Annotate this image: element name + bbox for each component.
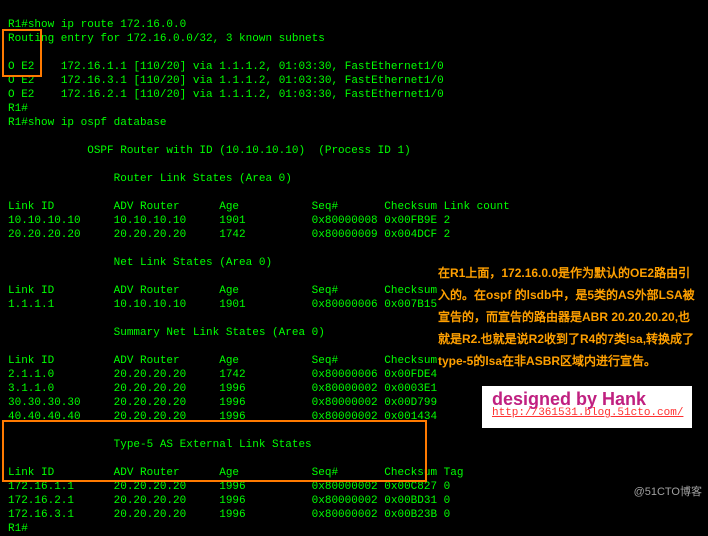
table-row: 172.16.1.1 20.20.20.20 1996 0x80000002 0…: [8, 481, 450, 493]
prompt: R1#: [8, 19, 28, 31]
ospf-title: OSPF Router with ID (10.10.10.10) (Proce…: [87, 145, 410, 157]
section-heading: Net Link States (Area 0): [114, 257, 272, 269]
table-row: 20.20.20.20 20.20.20.20 1742 0x80000009 …: [8, 229, 450, 241]
table-row: 172.16.3.1 20.20.20.20 1996 0x80000002 0…: [8, 509, 450, 521]
prompt: R1#: [8, 117, 28, 129]
route-header: Routing entry for 172.16.0.0/32, 3 known…: [8, 33, 325, 45]
table-row: 2.1.1.0 20.20.20.20 1742 0x80000006 0x00…: [8, 369, 437, 381]
table-row: 3.1.1.0 20.20.20.20 1996 0x80000002 0x00…: [8, 383, 437, 395]
prompt: R1#: [8, 103, 28, 115]
table-columns: Link ID ADV Router Age Seq# Checksum: [8, 355, 437, 367]
prompt: R1#: [8, 523, 28, 535]
table-row: 40.40.40.40 20.20.20.20 1996 0x80000002 …: [8, 411, 437, 423]
section-heading: Type-5 AS External Link States: [114, 439, 312, 451]
route-code: O E2: [8, 61, 34, 73]
credit-title: designed by Hank: [492, 392, 682, 406]
table-row: 172.16.2.1 20.20.20.20 1996 0x80000002 0…: [8, 495, 450, 507]
table-columns: Link ID ADV Router Age Seq# Checksum: [8, 285, 437, 297]
command-line: show ip route 172.16.0.0: [28, 19, 186, 31]
table-row: 1.1.1.1 10.10.10.10 1901 0x80000006 0x00…: [8, 299, 437, 311]
table-columns: Link ID ADV Router Age Seq# Checksum Tag: [8, 467, 463, 479]
credit-url[interactable]: http://361531.blog.51cto.com/: [492, 406, 682, 420]
section-heading: Router Link States (Area 0): [114, 173, 292, 185]
section-heading: Summary Net Link States (Area 0): [114, 327, 325, 339]
route-code: O E2: [8, 89, 34, 101]
table-columns: Link ID ADV Router Age Seq# Checksum Lin…: [8, 201, 510, 213]
annotation-text: 在R1上面，172.16.0.0是作为默认的OE2路由引入的。在ospf 的ls…: [438, 262, 696, 372]
route-code: O E2: [8, 75, 34, 87]
table-row: 30.30.30.30 20.20.20.20 1996 0x80000002 …: [8, 397, 437, 409]
credit-box: designed by Hank http://361531.blog.51ct…: [482, 386, 692, 428]
command-line: show ip ospf database: [28, 117, 167, 129]
watermark: @51CTO博客: [634, 485, 702, 499]
table-row: 10.10.10.10 10.10.10.10 1901 0x80000008 …: [8, 215, 450, 227]
